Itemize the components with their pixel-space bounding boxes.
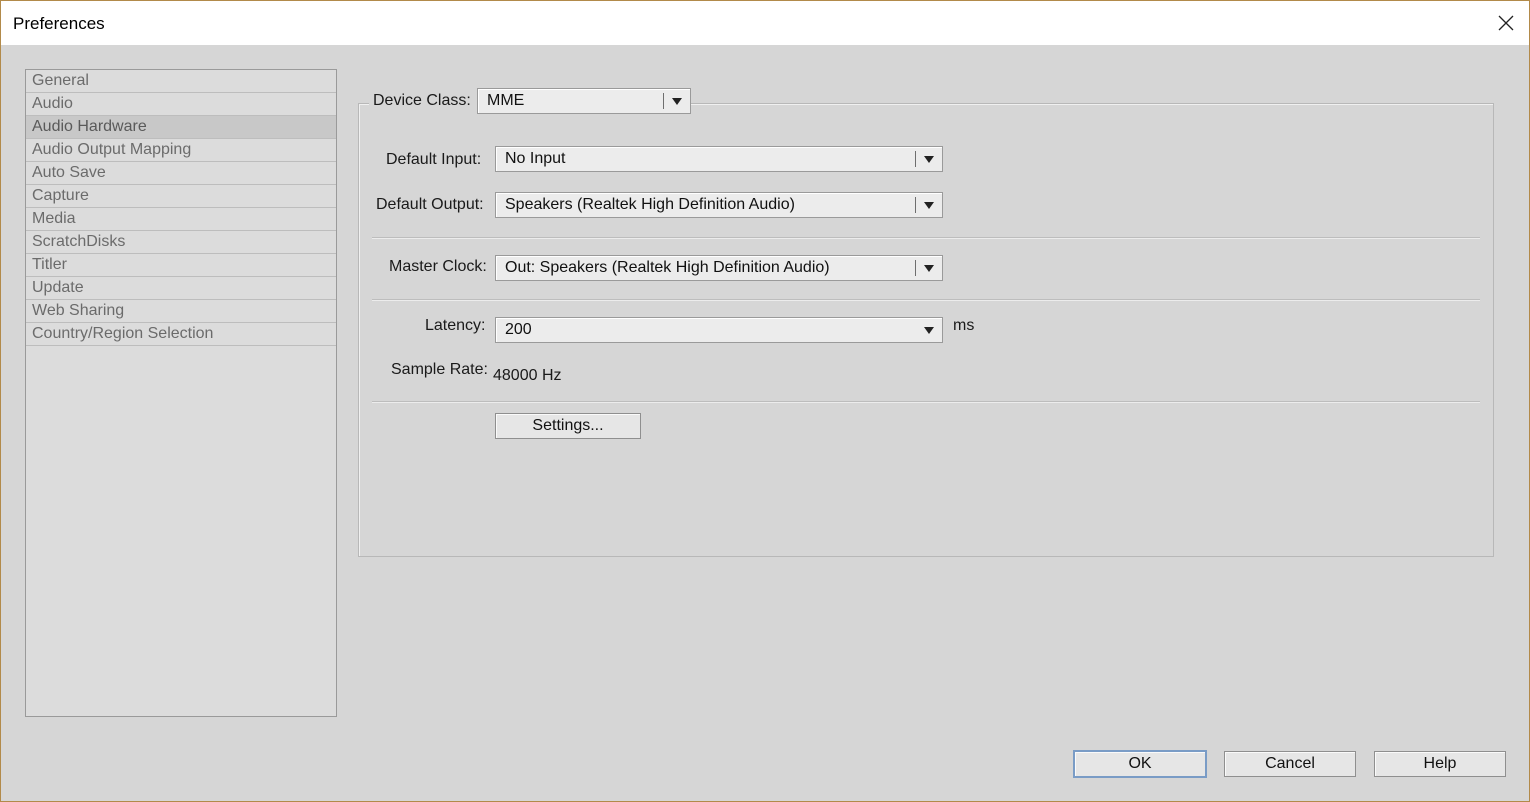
cancel-button[interactable]: Cancel	[1224, 751, 1356, 777]
device-class-label: Device Class:	[373, 92, 471, 109]
latency-label: Latency:	[425, 317, 486, 334]
chevron-down-icon	[916, 318, 942, 342]
chevron-down-icon	[916, 147, 942, 171]
settings-button[interactable]: Settings...	[495, 413, 641, 439]
section-divider	[372, 299, 1480, 300]
default-input-value: No Input	[505, 150, 566, 167]
default-input-label: Default Input:	[386, 151, 482, 168]
help-button[interactable]: Help	[1374, 751, 1506, 777]
close-icon	[1498, 15, 1514, 31]
sidebar-item-auto-save[interactable]: Auto Save	[26, 162, 336, 185]
sidebar-item-general[interactable]: General	[26, 70, 336, 93]
device-class-legend: Device Class:	[369, 88, 484, 114]
latency-combobox[interactable]: 200	[495, 317, 943, 343]
latency-unit: ms	[953, 317, 975, 334]
sidebar-item-scratchdisks[interactable]: ScratchDisks	[26, 231, 336, 254]
master-clock-dropdown[interactable]: Out: Speakers (Realtek High Definition A…	[495, 255, 943, 281]
sidebar-item-audio-output-mapping[interactable]: Audio Output Mapping	[26, 139, 336, 162]
master-clock-label: Master Clock:	[389, 258, 487, 275]
sidebar-item-media[interactable]: Media	[26, 208, 336, 231]
default-output-label: Default Output:	[376, 196, 484, 213]
chevron-down-icon	[916, 256, 942, 280]
window-title: Preferences	[13, 14, 105, 33]
default-input-dropdown[interactable]: No Input	[495, 146, 943, 172]
title-bar: Preferences	[1, 1, 1529, 45]
master-clock-value: Out: Speakers (Realtek High Definition A…	[505, 259, 830, 276]
device-class-value: MME	[487, 92, 525, 109]
sidebar-item-capture[interactable]: Capture	[26, 185, 336, 208]
chevron-down-icon	[916, 193, 942, 217]
sidebar-item-audio-hardware[interactable]: Audio Hardware	[26, 116, 336, 139]
section-divider	[372, 237, 1480, 238]
chevron-down-icon	[664, 89, 690, 113]
preferences-category-list: General Audio Audio Hardware Audio Outpu…	[25, 69, 337, 717]
default-output-value: Speakers (Realtek High Definition Audio)	[505, 196, 795, 213]
sidebar-item-web-sharing[interactable]: Web Sharing	[26, 300, 336, 323]
section-divider	[372, 401, 1480, 402]
sidebar-item-update[interactable]: Update	[26, 277, 336, 300]
default-output-dropdown[interactable]: Speakers (Realtek High Definition Audio)	[495, 192, 943, 218]
latency-value: 200	[505, 321, 532, 338]
sample-rate-label: Sample Rate:	[391, 361, 488, 378]
sample-rate-value: 48000 Hz	[493, 367, 562, 384]
sidebar-item-titler[interactable]: Titler	[26, 254, 336, 277]
ok-button[interactable]: OK	[1073, 750, 1207, 778]
device-class-dropdown[interactable]: MME	[477, 88, 691, 114]
sidebar-item-country-region-selection[interactable]: Country/Region Selection	[26, 323, 336, 346]
close-button[interactable]	[1483, 1, 1529, 45]
sidebar-item-audio[interactable]: Audio	[26, 93, 336, 116]
